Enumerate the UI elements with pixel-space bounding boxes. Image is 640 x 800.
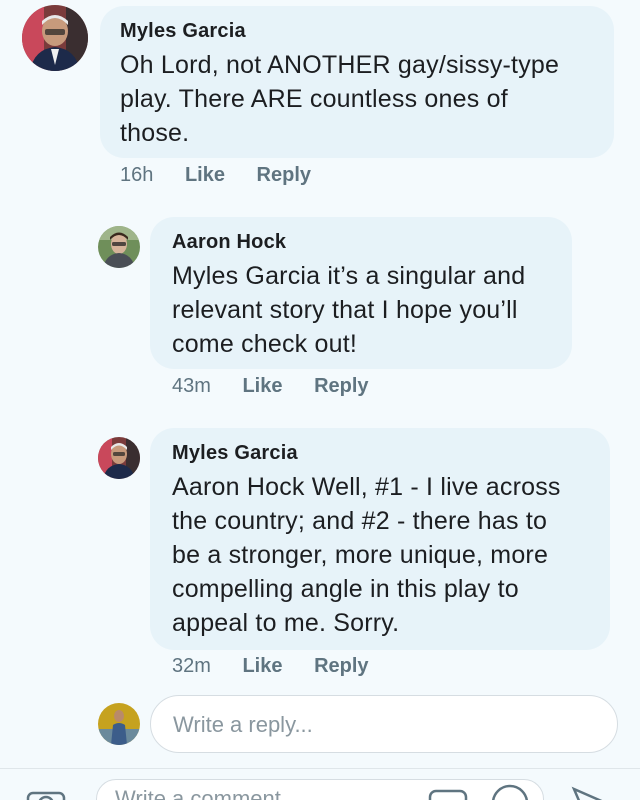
comment-meta: 32m Like Reply [172, 655, 369, 678]
send-icon[interactable] [570, 783, 610, 800]
comment-timestamp[interactable]: 16h [120, 164, 153, 186]
gif-icon[interactable] [428, 787, 468, 800]
profile-photo-icon [98, 703, 140, 745]
comment-author[interactable]: Myles Garcia [120, 20, 246, 43]
like-button[interactable]: Like [185, 164, 225, 186]
reply-button[interactable]: Reply [257, 164, 311, 186]
comment-timestamp[interactable]: 43m [172, 375, 211, 397]
comment-text: Myles Garcia it’s a singular and relevan… [172, 262, 526, 358]
comment-thread: Myles Garcia Oh Lord, not ANOTHER gay/si… [0, 0, 640, 800]
comment-input[interactable]: Write a comment... [96, 779, 544, 800]
profile-photo-icon [98, 226, 140, 268]
comment-author[interactable]: Aaron Hock [172, 231, 286, 254]
avatar-myles-garcia[interactable] [22, 5, 88, 71]
reply-input-container[interactable] [150, 695, 618, 753]
reply-input[interactable] [171, 708, 595, 742]
avatar-myles-garcia[interactable] [98, 437, 140, 479]
comment-meta: 16h Like Reply [120, 164, 311, 187]
comment-timestamp[interactable]: 32m [172, 655, 211, 677]
emoji-icon[interactable] [490, 783, 530, 800]
profile-photo-icon [22, 5, 88, 71]
comment-input-placeholder: Write a comment... [115, 786, 300, 800]
comment-meta: 43m Like Reply [172, 375, 369, 398]
reply-button[interactable]: Reply [314, 375, 368, 397]
profile-photo-icon [98, 437, 140, 479]
avatar-current-user [98, 703, 140, 745]
like-button[interactable]: Like [242, 375, 282, 397]
camera-icon[interactable] [26, 787, 66, 800]
comment-text: Aaron Hock Well, #1 - I live across the … [172, 473, 561, 637]
like-button[interactable]: Like [242, 655, 282, 677]
bottom-comment-bar: Write a comment... [0, 768, 640, 800]
comment-text: Oh Lord, not ANOTHER gay/sissy-type play… [120, 51, 560, 147]
avatar-aaron-hock[interactable] [98, 226, 140, 268]
comment-author[interactable]: Myles Garcia [172, 442, 298, 465]
reply-button[interactable]: Reply [314, 655, 368, 677]
